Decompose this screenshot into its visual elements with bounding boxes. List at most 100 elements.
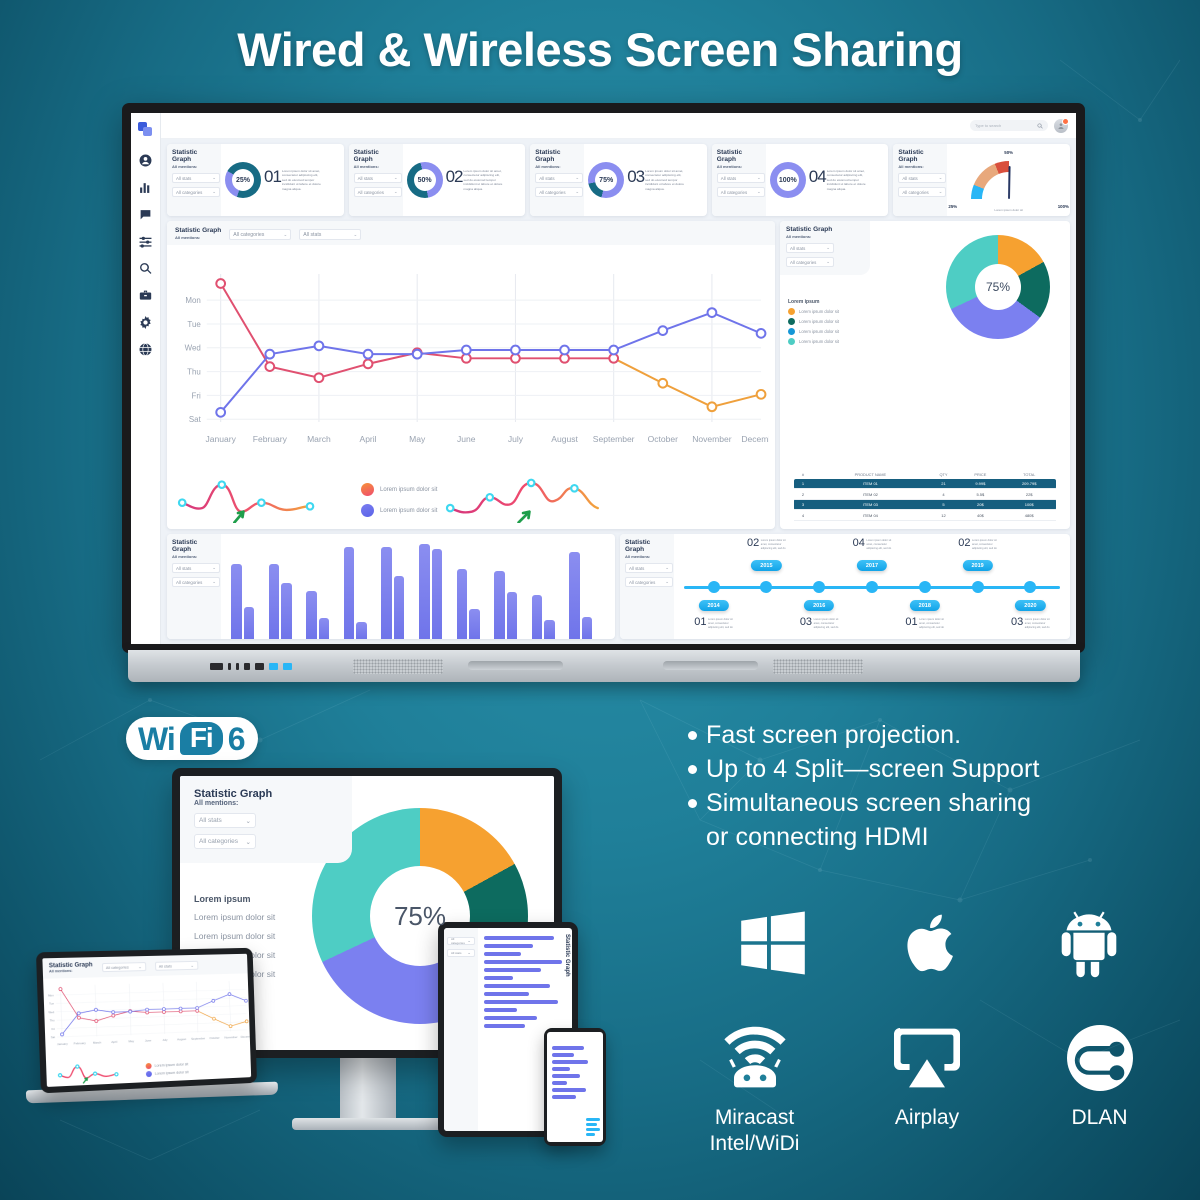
timeline-year-pill[interactable]: 2018 bbox=[909, 600, 940, 611]
select-value: All categories bbox=[176, 189, 203, 195]
chevron-down-icon: ⌄ bbox=[138, 963, 142, 969]
svg-text:January: January bbox=[57, 1042, 68, 1046]
cell-num: 2 bbox=[794, 488, 812, 500]
timeline-year-pill[interactable]: 2019 bbox=[962, 560, 993, 571]
protocol-row: Miracast Intel/WiDi Airplay DLAN bbox=[672, 1022, 1182, 1158]
sidebar-item-filters[interactable] bbox=[133, 228, 159, 255]
card-subtitle: All mentions: bbox=[48, 968, 73, 974]
stats-select[interactable]: All stats ⌄ bbox=[172, 563, 220, 574]
cell-qty: 12 bbox=[928, 509, 959, 521]
categories-select[interactable]: All categories ⌄ bbox=[194, 834, 256, 849]
table-row[interactable]: 3 ITEM 03 5 20$ 100$ bbox=[794, 499, 1056, 511]
stats-select[interactable]: All stats ⌄ bbox=[786, 243, 834, 254]
col-total: TOTAL bbox=[1023, 471, 1036, 477]
protocol-label-line2: Intel/WiDi bbox=[709, 1132, 800, 1156]
svg-text:May: May bbox=[128, 1039, 134, 1043]
chevron-down-icon: ⌄ bbox=[190, 962, 195, 968]
cell-name: ITEM 04 bbox=[812, 509, 929, 521]
cell-qty: 4 bbox=[928, 488, 959, 500]
stats-select[interactable]: All stats ⌄ bbox=[535, 173, 584, 184]
categories-select[interactable]: All categories ⌄ bbox=[172, 187, 220, 198]
bar bbox=[494, 571, 505, 639]
legend-item: Lorem ipsum dolor sit bbox=[194, 931, 276, 941]
device-group: Statistic Graph All mentions: All stats ⌄… bbox=[20, 760, 640, 1160]
feature-item: Up to 4 Split—screen Support bbox=[688, 752, 1188, 786]
bar-chart-plot bbox=[221, 534, 615, 639]
laptop-titles: Statistic Graph All mentions: bbox=[49, 962, 93, 973]
timeline-number: 02 bbox=[958, 537, 971, 549]
sidebar-item-messages[interactable] bbox=[133, 201, 159, 228]
stats-select[interactable]: All stats ⌄ bbox=[353, 173, 402, 184]
os-logo-row bbox=[690, 905, 1170, 981]
timeline-year-pill[interactable]: 2020 bbox=[1015, 600, 1046, 611]
legend-dot bbox=[788, 338, 795, 345]
legend-item: Lorem ipsum dolor sit bbox=[788, 308, 839, 315]
stats-select[interactable]: All stats ⌄ bbox=[299, 229, 362, 240]
categories-select[interactable]: All categories ⌄ bbox=[353, 187, 402, 198]
stats-select[interactable]: All stats ⌄ bbox=[898, 173, 947, 184]
bar bbox=[552, 1095, 576, 1099]
sidebar-item-settings[interactable] bbox=[133, 309, 159, 336]
sidebar-item-analytics[interactable] bbox=[133, 174, 159, 201]
legend-item: Lorem ipsum dolor sit bbox=[361, 504, 437, 517]
svg-text:February: February bbox=[74, 1041, 87, 1046]
stats-select[interactable]: All stats ⌄ bbox=[716, 173, 765, 184]
gauge-mid-label: 50% bbox=[1004, 150, 1014, 155]
sidebar-item-projects[interactable] bbox=[133, 282, 159, 309]
legend-dot bbox=[361, 504, 374, 517]
card-title: Statistic Graph bbox=[625, 539, 651, 554]
categories-select[interactable]: All categories ⌄ bbox=[101, 962, 147, 973]
chevron-down-icon: ⌄ bbox=[283, 231, 288, 237]
tv-ports bbox=[210, 663, 292, 670]
line-chart-titles: Statistic Graph All mentions: bbox=[175, 227, 221, 240]
sidebar-item-community[interactable] bbox=[133, 336, 159, 363]
svg-text:December: December bbox=[741, 434, 769, 444]
line-chart-legend: Lorem ipsum dolor sit Lorem ipsum dolor … bbox=[361, 483, 437, 517]
categories-select[interactable]: All categories ⌄ bbox=[229, 229, 292, 240]
table-row[interactable]: 1 ITEM 01 21 9.99$ 209.79$ bbox=[794, 478, 1056, 490]
card-subtitle: All mentions: bbox=[175, 235, 201, 241]
chevron-down-icon: ⌄ bbox=[575, 175, 580, 181]
categories-select[interactable]: All categories ⌄ bbox=[535, 187, 584, 198]
chevron-down-icon: ⌄ bbox=[938, 175, 943, 181]
svg-text:Mon: Mon bbox=[48, 993, 54, 997]
sidebar-item-profile[interactable] bbox=[133, 147, 159, 174]
select-value: All categories bbox=[720, 189, 748, 195]
timeline-year-pill[interactable]: 2016 bbox=[804, 600, 835, 611]
cell-price: 40$ bbox=[958, 509, 1003, 521]
timeline-year-pill[interactable]: 2015 bbox=[751, 560, 782, 571]
port-small-2 bbox=[236, 663, 239, 670]
categories-select[interactable]: All categories ⌄ bbox=[172, 577, 220, 588]
stats-select[interactable]: All stats ⌄ bbox=[154, 960, 199, 971]
laptop-device: Statistic Graph All mentions: All catego… bbox=[25, 947, 280, 1110]
briefcase-icon bbox=[139, 290, 152, 300]
svg-text:Wed: Wed bbox=[48, 1010, 54, 1014]
categories-select[interactable]: All categories ⌄ bbox=[716, 187, 765, 198]
categories-select[interactable]: All categories ⌄ bbox=[786, 257, 834, 268]
search-input[interactable]: Type to search bbox=[970, 120, 1048, 131]
stats-select[interactable]: All stats ⌄ bbox=[172, 173, 220, 184]
table-row[interactable]: 4 ITEM 04 12 40$ 480$ bbox=[794, 509, 1056, 521]
categories-select[interactable]: All categories ⌄ bbox=[898, 187, 947, 198]
kpi-card-head: Statistic Graph All mentions: All stats ⌄… bbox=[530, 144, 585, 216]
timeline-year-pill[interactable]: 2014 bbox=[698, 600, 729, 611]
table-row[interactable]: 2 ITEM 02 4 5.5$ 22$ bbox=[794, 488, 1056, 500]
avatar[interactable] bbox=[1054, 117, 1069, 133]
feature-list: Fast screen projection. Up to 4 Split—sc… bbox=[688, 718, 1188, 854]
categories-select[interactable]: All categories ⌄ bbox=[625, 577, 673, 588]
svg-text:February: February bbox=[253, 434, 288, 444]
bar bbox=[343, 546, 355, 639]
sidebar-item-search[interactable] bbox=[133, 255, 159, 282]
svg-text:Sat: Sat bbox=[189, 415, 202, 424]
stats-select[interactable]: All stats ⌄ bbox=[194, 813, 256, 828]
bar bbox=[531, 595, 543, 639]
timeline-plot: 2014 01 Lorem ipsum dolor sit amet, consec… bbox=[674, 534, 1070, 639]
legend-label: Lorem ipsum dolor sit bbox=[799, 339, 840, 344]
timeline-year-pill[interactable]: 2017 bbox=[856, 560, 888, 571]
chevron-down-icon: ⌄ bbox=[826, 259, 830, 265]
timeline-node bbox=[760, 581, 773, 593]
card-title: Statistic Graph bbox=[898, 149, 924, 164]
legend-label: Lorem ipsum dolor sit bbox=[154, 1070, 189, 1076]
cell-name: ITEM 03 bbox=[812, 499, 929, 511]
stats-select[interactable]: All stats ⌄ bbox=[625, 563, 673, 574]
